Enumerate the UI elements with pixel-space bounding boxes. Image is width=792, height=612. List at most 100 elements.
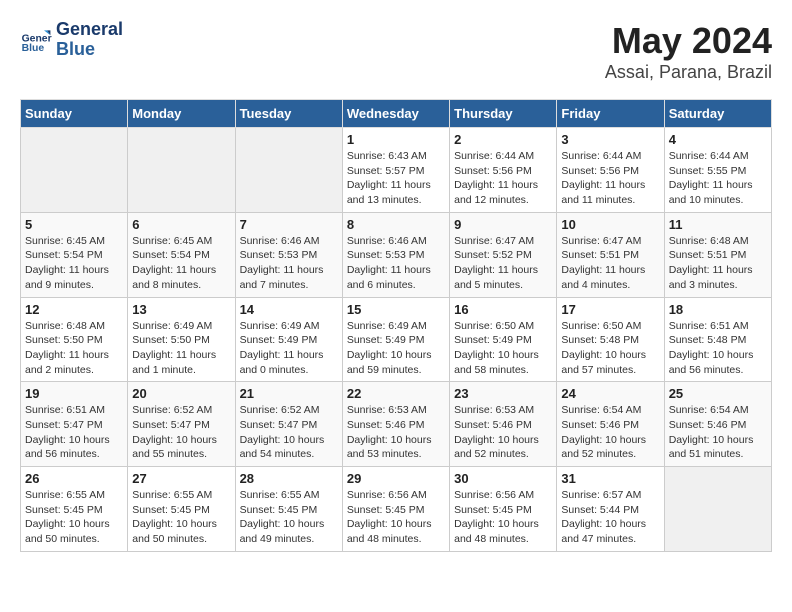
weekday-header-row: SundayMondayTuesdayWednesdayThursdayFrid… [21, 100, 772, 128]
calendar-cell: 31 Sunrise: 6:57 AMSunset: 5:44 PMDayligh… [557, 467, 664, 552]
logo-line2: Blue [56, 40, 123, 60]
day-info: Sunrise: 6:46 AMSunset: 5:53 PMDaylight:… [347, 234, 445, 293]
day-number: 19 [25, 386, 123, 401]
calendar-week-2: 5 Sunrise: 6:45 AMSunset: 5:54 PMDaylight… [21, 212, 772, 297]
calendar-cell: 28Sunrise: 6:55 AMSunset: 5:45 PMDayligh… [235, 467, 342, 552]
day-number: 18 [669, 302, 767, 317]
calendar-cell: 30 Sunrise: 6:56 AMSunset: 5:45 PMDayligh… [450, 467, 557, 552]
day-info: Sunrise: 6:55 AMSunset: 5:45 PMDaylight:… [240, 488, 338, 547]
calendar-cell: 23Sunrise: 6:53 AMSunset: 5:46 PMDayligh… [450, 382, 557, 467]
day-number: 2 [454, 132, 552, 147]
day-number: 6 [132, 217, 230, 232]
day-number: 15 [347, 302, 445, 317]
day-number: 27 [132, 471, 230, 486]
day-info: Sunrise: 6:56 AMSunset: 5:45 PMDaylight:… [347, 488, 445, 547]
calendar-cell: 12 Sunrise: 6:48 AMSunset: 5:50 PMDayligh… [21, 297, 128, 382]
day-info: Sunrise: 6:51 AMSunset: 5:48 PMDaylight:… [669, 319, 767, 378]
day-info: Sunrise: 6:49 AMSunset: 5:49 PMDaylight:… [240, 319, 338, 378]
day-info: Sunrise: 6:50 AMSunset: 5:48 PMDaylight:… [561, 319, 659, 378]
calendar-cell: 5 Sunrise: 6:45 AMSunset: 5:54 PMDaylight… [21, 212, 128, 297]
calendar-cell [21, 128, 128, 213]
calendar-cell: 4 Sunrise: 6:44 AMSunset: 5:55 PMDaylight… [664, 128, 771, 213]
calendar-cell: 17Sunrise: 6:50 AMSunset: 5:48 PMDayligh… [557, 297, 664, 382]
calendar-cell: 21Sunrise: 6:52 AMSunset: 5:47 PMDayligh… [235, 382, 342, 467]
day-number: 16 [454, 302, 552, 317]
day-number: 29 [347, 471, 445, 486]
calendar-cell [235, 128, 342, 213]
calendar-cell: 7Sunrise: 6:46 AMSunset: 5:53 PMDaylight… [235, 212, 342, 297]
calendar-cell: 3 Sunrise: 6:44 AMSunset: 5:56 PMDaylight… [557, 128, 664, 213]
day-info: Sunrise: 6:57 AMSunset: 5:44 PMDaylight:… [561, 488, 659, 547]
day-info: Sunrise: 6:45 AMSunset: 5:54 PMDaylight:… [25, 234, 123, 293]
calendar-week-4: 19 Sunrise: 6:51 AMSunset: 5:47 PMDayligh… [21, 382, 772, 467]
calendar-cell: 11 Sunrise: 6:48 AMSunset: 5:51 PMDayligh… [664, 212, 771, 297]
calendar-cell: 27 Sunrise: 6:55 AMSunset: 5:45 PMDayligh… [128, 467, 235, 552]
day-info: Sunrise: 6:50 AMSunset: 5:49 PMDaylight:… [454, 319, 552, 378]
day-info: Sunrise: 6:45 AMSunset: 5:54 PMDaylight:… [132, 234, 230, 293]
day-number: 13 [132, 302, 230, 317]
calendar-cell: 9 Sunrise: 6:47 AMSunset: 5:52 PMDaylight… [450, 212, 557, 297]
weekday-header-wednesday: Wednesday [342, 100, 449, 128]
day-info: Sunrise: 6:44 AMSunset: 5:55 PMDaylight:… [669, 149, 767, 208]
calendar-week-3: 12 Sunrise: 6:48 AMSunset: 5:50 PMDayligh… [21, 297, 772, 382]
weekday-header-friday: Friday [557, 100, 664, 128]
day-number: 24 [561, 386, 659, 401]
day-info: Sunrise: 6:49 AMSunset: 5:50 PMDaylight:… [132, 319, 230, 378]
calendar-cell: 16 Sunrise: 6:50 AMSunset: 5:49 PMDayligh… [450, 297, 557, 382]
calendar-cell: 13 Sunrise: 6:49 AMSunset: 5:50 PMDayligh… [128, 297, 235, 382]
day-number: 23 [454, 386, 552, 401]
day-info: Sunrise: 6:53 AMSunset: 5:46 PMDaylight:… [347, 403, 445, 462]
svg-text:Blue: Blue [22, 43, 45, 54]
calendar-cell: 20 Sunrise: 6:52 AMSunset: 5:47 PMDayligh… [128, 382, 235, 467]
calendar-table: SundayMondayTuesdayWednesdayThursdayFrid… [20, 99, 772, 552]
day-info: Sunrise: 6:56 AMSunset: 5:45 PMDaylight:… [454, 488, 552, 547]
calendar-week-5: 26 Sunrise: 6:55 AMSunset: 5:45 PMDayligh… [21, 467, 772, 552]
day-info: Sunrise: 6:55 AMSunset: 5:45 PMDaylight:… [132, 488, 230, 547]
title-block: May 2024 Assai, Parana, Brazil [605, 20, 772, 83]
calendar-cell: 22Sunrise: 6:53 AMSunset: 5:46 PMDayligh… [342, 382, 449, 467]
page-header: General Blue General Blue May 2024 Assai… [20, 20, 772, 83]
day-info: Sunrise: 6:55 AMSunset: 5:45 PMDaylight:… [25, 488, 123, 547]
day-number: 11 [669, 217, 767, 232]
day-number: 5 [25, 217, 123, 232]
day-info: Sunrise: 6:44 AMSunset: 5:56 PMDaylight:… [561, 149, 659, 208]
day-number: 21 [240, 386, 338, 401]
day-number: 26 [25, 471, 123, 486]
calendar-cell: 2 Sunrise: 6:44 AMSunset: 5:56 PMDaylight… [450, 128, 557, 213]
day-info: Sunrise: 6:54 AMSunset: 5:46 PMDaylight:… [669, 403, 767, 462]
calendar-cell: 18 Sunrise: 6:51 AMSunset: 5:48 PMDayligh… [664, 297, 771, 382]
calendar-cell: 14 Sunrise: 6:49 AMSunset: 5:49 PMDayligh… [235, 297, 342, 382]
calendar-cell: 25 Sunrise: 6:54 AMSunset: 5:46 PMDayligh… [664, 382, 771, 467]
day-number: 31 [561, 471, 659, 486]
day-number: 3 [561, 132, 659, 147]
weekday-header-saturday: Saturday [664, 100, 771, 128]
weekday-header-sunday: Sunday [21, 100, 128, 128]
day-info: Sunrise: 6:51 AMSunset: 5:47 PMDaylight:… [25, 403, 123, 462]
calendar-cell: 26 Sunrise: 6:55 AMSunset: 5:45 PMDayligh… [21, 467, 128, 552]
calendar-cell: 1Sunrise: 6:43 AMSunset: 5:57 PMDaylight… [342, 128, 449, 213]
weekday-header-monday: Monday [128, 100, 235, 128]
day-number: 20 [132, 386, 230, 401]
day-info: Sunrise: 6:47 AMSunset: 5:51 PMDaylight:… [561, 234, 659, 293]
day-number: 14 [240, 302, 338, 317]
day-info: Sunrise: 6:44 AMSunset: 5:56 PMDaylight:… [454, 149, 552, 208]
day-number: 30 [454, 471, 552, 486]
day-info: Sunrise: 6:48 AMSunset: 5:50 PMDaylight:… [25, 319, 123, 378]
calendar-cell [664, 467, 771, 552]
day-number: 12 [25, 302, 123, 317]
day-number: 1 [347, 132, 445, 147]
logo-icon: General Blue [20, 24, 52, 56]
day-info: Sunrise: 6:47 AMSunset: 5:52 PMDaylight:… [454, 234, 552, 293]
calendar-cell: 29 Sunrise: 6:56 AMSunset: 5:45 PMDayligh… [342, 467, 449, 552]
page-title: May 2024 [605, 20, 772, 62]
calendar-cell [128, 128, 235, 213]
logo: General Blue General Blue [20, 20, 123, 60]
day-info: Sunrise: 6:52 AMSunset: 5:47 PMDaylight:… [132, 403, 230, 462]
day-number: 4 [669, 132, 767, 147]
day-number: 25 [669, 386, 767, 401]
day-number: 7 [240, 217, 338, 232]
day-number: 9 [454, 217, 552, 232]
day-info: Sunrise: 6:48 AMSunset: 5:51 PMDaylight:… [669, 234, 767, 293]
day-number: 10 [561, 217, 659, 232]
calendar-cell: 24Sunrise: 6:54 AMSunset: 5:46 PMDayligh… [557, 382, 664, 467]
